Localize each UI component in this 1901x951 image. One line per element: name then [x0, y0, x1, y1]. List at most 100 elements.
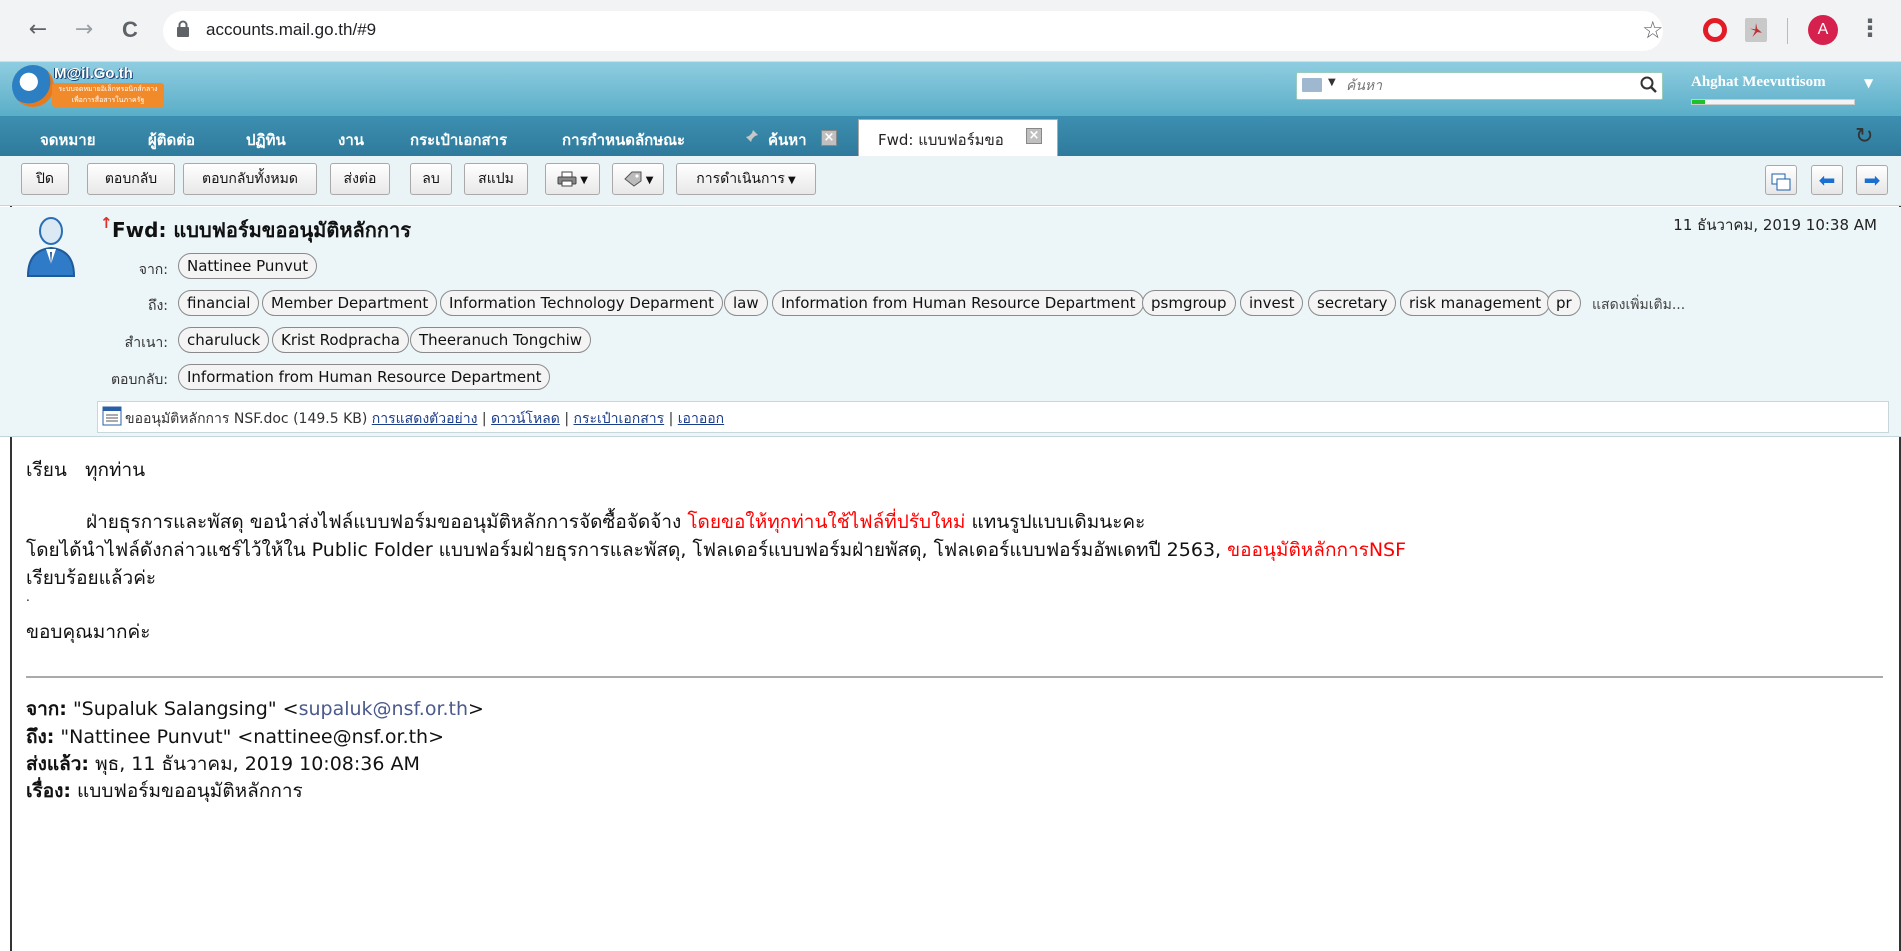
message-subject: Fwd: แบบฟอร์มขออนุมัติหลักการ [112, 218, 411, 242]
search-scope-caret-icon[interactable]: ▼ [1328, 77, 1336, 88]
printer-icon [557, 171, 577, 187]
to-recipient[interactable]: secretary [1308, 290, 1397, 316]
link-separator: | [564, 411, 570, 427]
forwarded-to-value: "Nattinee Punvut" <nattinee@nsf.or.th> [54, 726, 445, 748]
active-tab-label[interactable]: Fwd: แบบฟอร์มขอ [878, 128, 1004, 152]
to-recipient[interactable]: financial [178, 290, 260, 316]
close-message-tab-icon[interactable]: × [1026, 128, 1042, 144]
tab-mail[interactable]: จดหมาย [40, 128, 96, 152]
attachment-size: (149.5 KB) [293, 411, 368, 427]
high-priority-icon: ↑ [100, 214, 113, 232]
back-arrow-icon[interactable]: ← [24, 16, 52, 44]
open-new-window-button[interactable] [1765, 165, 1797, 195]
reply-to-label: ตอบกลับ: [110, 372, 168, 388]
delete-button[interactable]: ลบ [410, 163, 452, 195]
tab-search[interactable]: ค้นหา [768, 128, 807, 152]
tab-briefcase[interactable]: กระเป๋าเอกสาร [410, 128, 507, 152]
attachment-preview-link[interactable]: การแสดงตัวอย่าง [372, 411, 478, 427]
to-recipient[interactable]: risk management [1400, 290, 1551, 316]
url-text[interactable]: accounts.mail.go.th/#9 [206, 20, 376, 40]
body-text: โดยได้นำไฟล์ดังกล่าวแชร์ไว้ให้ใน Public … [26, 539, 1228, 561]
tag-caret-icon: ▼ [642, 175, 654, 186]
opera-extension-icon[interactable] [1703, 18, 1727, 42]
body-highlight-text: ขออนุมัติหลักการNSF [1227, 539, 1407, 561]
next-message-button[interactable]: ➡ [1856, 165, 1888, 195]
forwarded-subject: เรื่อง: แบบฟอร์มขออนุมัติหลักการ [26, 776, 303, 806]
forward-arrow-icon[interactable]: → [70, 16, 98, 44]
to-recipient[interactable]: Information Technology Deparment [440, 290, 724, 316]
cc-recipient[interactable]: charuluck [178, 327, 270, 353]
attachment-info: ขออนุมัติหลักการ NSF.doc (149.5 KB) การแ… [125, 408, 724, 430]
attachment-name[interactable]: ขออนุมัติหลักการ NSF.doc [125, 411, 289, 427]
mail-logo[interactable]: M@il.Go.th ระบบจดหมายอิเล็กทรอนิกส์กลาง … [12, 63, 167, 111]
search-scope-envelope-icon[interactable] [1302, 78, 1322, 92]
reply-all-button[interactable]: ตอบกลับทั้งหมด [183, 163, 317, 195]
reply-to-recipient[interactable]: Information from Human Resource Departme… [178, 364, 551, 390]
tab-contacts[interactable]: ผู้ติดต่อ [148, 128, 195, 152]
forwarded-from-label: จาก: [26, 698, 67, 720]
profile-avatar[interactable]: A [1808, 15, 1838, 45]
link-separator: | [481, 411, 487, 427]
to-recipient[interactable]: invest [1240, 290, 1304, 316]
forwarded-to-label: ถึง: [26, 726, 55, 748]
forward-divider [26, 676, 1883, 678]
attachment-briefcase-link[interactable]: กระเป๋าเอกสาร [573, 411, 664, 427]
tab-preferences[interactable]: การกำหนดลักษณะ [562, 128, 685, 152]
forwarded-sent-value: พุธ, 11 ธันวาคม, 2019 10:08:36 AM [89, 753, 420, 775]
forwarded-from-end: > [468, 698, 484, 720]
refresh-icon[interactable]: ↻ [1855, 124, 1873, 149]
from-recipient[interactable]: Nattinee Punvut [178, 253, 318, 279]
logo-title: M@il.Go.th [54, 65, 133, 82]
reply-button[interactable]: ตอบกลับ [87, 163, 175, 195]
body-thanks: ขอบคุณมากค่ะ [26, 621, 151, 643]
logo-subtitle: ระบบจดหมายอิเล็กทรอนิกส์กลาง เพื่อการสื่… [52, 83, 164, 107]
actions-dropdown-button[interactable]: การดำเนินการ ▼ [676, 163, 816, 195]
to-recipient[interactable]: Member Department [262, 290, 438, 316]
user-menu-caret-icon[interactable]: ▼ [1864, 76, 1873, 90]
logo-globe-icon [12, 65, 54, 107]
search-input[interactable] [1346, 75, 1626, 97]
show-more-recipients-link[interactable]: แสดงเพิ่มเติม... [1592, 294, 1685, 316]
cc-recipient[interactable]: Krist Rodpracha [272, 327, 409, 353]
attachment-download-link[interactable]: ดาวน์โหลด [491, 411, 560, 427]
right-arrow-icon: ➡ [1863, 168, 1881, 192]
browser-menu-icon[interactable]: ⋮ [1858, 14, 1882, 42]
close-button[interactable]: ปิด [21, 163, 69, 195]
forwarded-to: ถึง: "Nattinee Punvut" <nattinee@nsf.or.… [26, 722, 444, 752]
tag-dropdown-button[interactable]: ▼ [612, 163, 664, 195]
search-icon[interactable] [1639, 75, 1659, 95]
forwarded-sent: ส่งแล้ว: พุธ, 11 ธันวาคม, 2019 10:08:36 … [26, 749, 420, 779]
print-caret-icon: ▼ [577, 175, 588, 186]
body-highlight-text: โดยขอให้ทุกท่านใช้ไฟล์ที่ปรับใหม่ [687, 511, 966, 533]
address-bar[interactable] [163, 11, 1663, 51]
to-recipient[interactable]: Information from Human Resource Departme… [772, 290, 1145, 316]
body-greeting: เรียน ทุกท่าน [26, 459, 146, 481]
close-search-tab-icon[interactable]: × [821, 130, 837, 146]
body-dot: . [26, 590, 30, 604]
cc-recipient[interactable]: Theeranuch Tongchiw [410, 327, 592, 353]
quota-bar [1691, 99, 1855, 105]
pdf-extension-icon[interactable] [1745, 18, 1767, 42]
tab-calendar[interactable]: ปฏิทิน [246, 128, 286, 152]
body-text: ฝ่ายธุรการและพัสดุ ขอนำส่งไฟล์แบบฟอร์มขอ… [86, 511, 688, 533]
to-recipient[interactable]: law [724, 290, 768, 316]
spam-button[interactable]: สแปม [464, 163, 528, 195]
previous-message-button[interactable]: ⬅ [1811, 165, 1843, 195]
forwarded-sent-label: ส่งแล้ว: [26, 753, 90, 775]
body-paragraph-3: เรียบร้อยแล้วค่ะ [26, 567, 157, 589]
to-recipient[interactable]: psmgroup [1142, 290, 1236, 316]
tab-tasks[interactable]: งาน [338, 128, 364, 152]
print-dropdown-button[interactable]: ▼ [545, 163, 600, 195]
pin-icon [746, 130, 758, 142]
reload-icon[interactable]: C [116, 16, 144, 44]
forward-button[interactable]: ส่งต่อ [330, 163, 390, 195]
attachment-remove-link[interactable]: เอาออก [678, 411, 724, 427]
bookmark-star-icon[interactable]: ☆ [1642, 16, 1664, 44]
body-paragraph-2: โดยได้นำไฟล์ดังกล่าวแชร์ไว้ให้ใน Public … [26, 535, 1406, 565]
user-name-menu[interactable]: Ahghat Meevuttisom [1691, 74, 1826, 91]
tag-icon [623, 171, 642, 187]
body-text: แทนรูปแบบเดิมนะคะ [965, 511, 1146, 533]
quota-fill [1692, 100, 1705, 104]
to-recipient[interactable]: pr [1547, 290, 1581, 316]
forwarded-from-email[interactable]: supaluk@nsf.or.th [299, 698, 468, 720]
